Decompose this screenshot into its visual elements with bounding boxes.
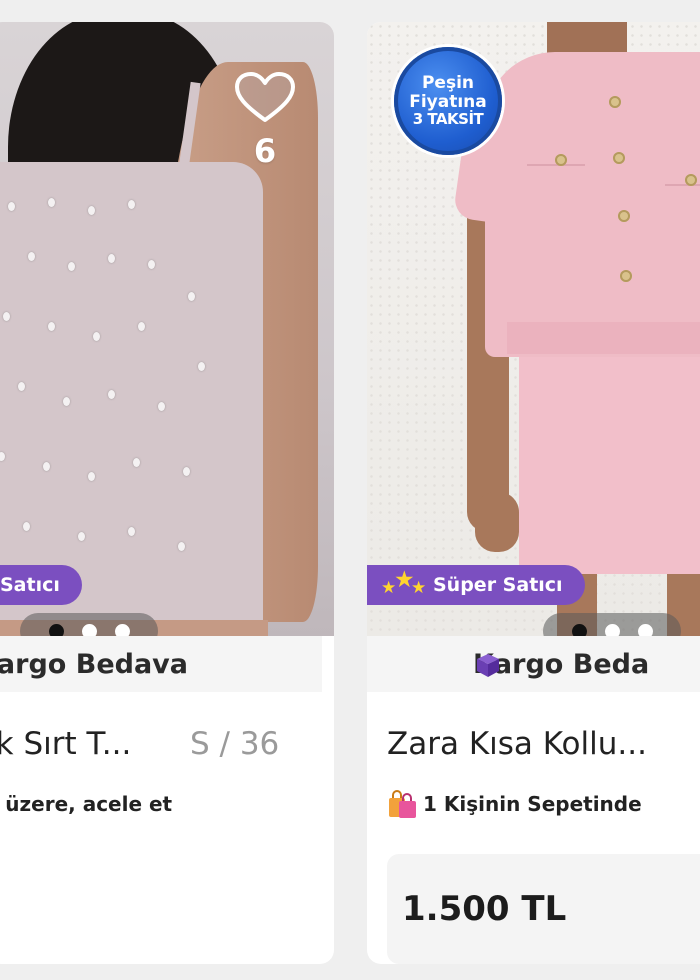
heart-outline-icon: [235, 72, 295, 122]
garment-button: [685, 174, 697, 186]
gem: [18, 382, 25, 391]
favorite-count: 6: [253, 132, 277, 170]
gem: [48, 198, 55, 207]
carousel-dot[interactable]: [571, 623, 587, 636]
gem: [148, 260, 155, 269]
gem: [0, 452, 5, 461]
product-grid: 6 Satıcı Kargo Bedava cık Sırt T... S / …: [0, 0, 700, 980]
carousel-dot[interactable]: [604, 623, 620, 636]
image-carousel-indicator[interactable]: [20, 613, 158, 636]
product-card[interactable]: Peşin Fiyatına 3 TAKSİT ★ ★ ★ Süper Satı…: [367, 22, 700, 964]
basket-info-label: 1 Kişinin Sepetinde: [423, 792, 642, 816]
product-photo-skirt: [519, 354, 700, 574]
gem: [23, 522, 30, 531]
product-title: cık Sırt T...: [0, 726, 132, 762]
product-photo-top: [0, 162, 263, 632]
product-title-row[interactable]: Zara Kısa Kollu...: [387, 722, 700, 766]
stars-icon: ★ ★ ★: [381, 567, 427, 598]
gem: [158, 402, 165, 411]
free-shipping-banner: Kargo Bedava: [0, 636, 322, 692]
carousel-dot[interactable]: [637, 623, 653, 636]
gem: [128, 527, 135, 536]
seller-badge-label: Süper Satıcı: [433, 574, 563, 596]
garment-button: [555, 154, 567, 166]
gem: [108, 390, 115, 399]
gem: [108, 254, 115, 263]
product-image[interactable]: 6 Satıcı: [0, 22, 334, 636]
promo-line-1: Peşin: [421, 73, 475, 94]
product-title-row[interactable]: cık Sırt T... S / 36: [0, 722, 316, 766]
stock-info: k üzere, acele et: [0, 787, 172, 821]
promo-line-2: Fiyatına: [409, 91, 487, 112]
garment-button: [613, 152, 625, 164]
gem: [63, 397, 70, 406]
cube-icon: [477, 654, 499, 677]
installment-promo-badge: Peşin Fiyatına 3 TAKSİT: [394, 47, 502, 155]
gem: [88, 472, 95, 481]
favorite-button[interactable]: 6: [233, 72, 297, 172]
gem: [3, 312, 10, 321]
product-photo-ribbing: [507, 322, 700, 354]
gem: [183, 467, 190, 476]
gem: [128, 200, 135, 209]
gem: [188, 292, 195, 301]
seller-badge-label: Satıcı: [0, 574, 60, 596]
price-box: 1.500 TL: [387, 854, 700, 964]
gem: [78, 532, 85, 541]
gem: [48, 322, 55, 331]
image-carousel-indicator[interactable]: [543, 613, 681, 636]
product-size: S / 36: [190, 726, 280, 762]
garment-button: [609, 96, 621, 108]
gem: [8, 202, 15, 211]
carousel-dot[interactable]: [81, 623, 97, 636]
product-title: Zara Kısa Kollu...: [387, 726, 647, 762]
shipping-label: Kargo Bedava: [0, 648, 188, 680]
gem: [93, 332, 100, 341]
shopping-bags-icon: [389, 790, 416, 818]
gem: [43, 462, 50, 471]
product-image[interactable]: Peşin Fiyatına 3 TAKSİT ★ ★ ★ Süper Satı…: [367, 22, 700, 636]
gem: [138, 322, 145, 331]
stock-info-label: k üzere, acele et: [0, 792, 173, 816]
gem: [88, 206, 95, 215]
product-photo-hand: [475, 492, 519, 552]
carousel-dot[interactable]: [48, 623, 64, 636]
garment-button: [618, 210, 630, 222]
product-photo-cardigan: [485, 52, 700, 357]
free-shipping-banner: Kargo Beda: [367, 636, 700, 692]
carousel-dot[interactable]: [114, 623, 130, 636]
product-card[interactable]: 6 Satıcı Kargo Bedava cık Sırt T... S / …: [0, 22, 334, 964]
gem: [198, 362, 205, 371]
gem: [178, 542, 185, 551]
basket-info: 1 Kişinin Sepetinde: [387, 787, 642, 821]
price-box: L: [0, 854, 298, 964]
promo-line-3: 3 TAKSİT: [412, 110, 484, 129]
garment-button: [620, 270, 632, 282]
gem: [68, 262, 75, 271]
gem: [28, 252, 35, 261]
super-seller-badge: ★ ★ ★ Süper Satıcı: [367, 565, 585, 605]
product-price: 1.500 TL: [402, 889, 567, 929]
gem: [133, 458, 140, 467]
seller-badge: Satıcı: [0, 565, 82, 605]
